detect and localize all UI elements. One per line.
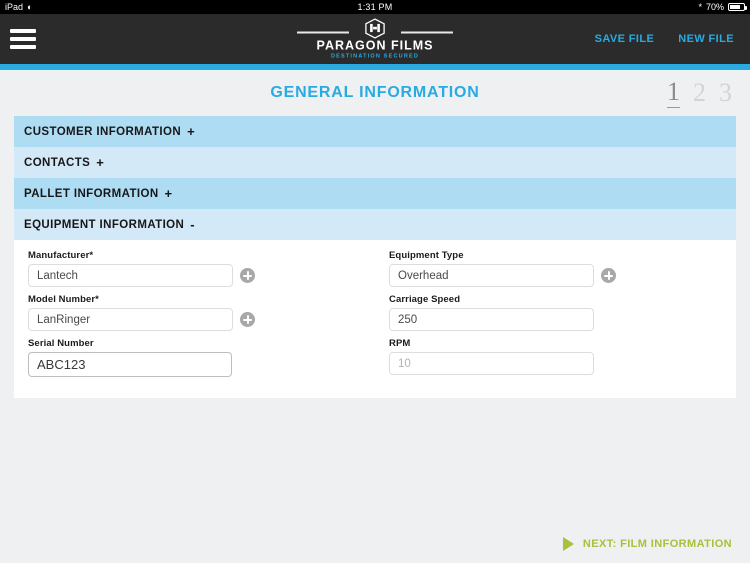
- form-column-left: Manufacturer* Model Number*: [28, 250, 375, 384]
- brand-logo: PARAGON FILMS DESTINATION SECURED: [275, 18, 475, 60]
- rpm-input[interactable]: [389, 352, 594, 375]
- serial-number-label: Serial Number: [28, 338, 94, 349]
- add-equipment-type-plus-circle-icon[interactable]: [601, 268, 616, 283]
- expand-plus-icon: +: [96, 155, 105, 170]
- section-title-label: CONTACTS: [24, 156, 91, 169]
- step-indicator: 1 2 3: [667, 78, 732, 108]
- field-rpm: RPM: [389, 338, 722, 375]
- section-title-label: EQUIPMENT INFORMATION: [24, 218, 185, 231]
- field-model-number: Model Number*: [28, 294, 375, 331]
- form-column-right: Equipment Type Carriage Speed RPM: [375, 250, 722, 384]
- battery-icon: [728, 3, 747, 11]
- section-header-equipment-information[interactable]: EQUIPMENT INFORMATION -: [14, 209, 736, 240]
- model-number-input[interactable]: [28, 308, 233, 331]
- manufacturer-label: Manufacturer*: [28, 250, 94, 261]
- step-2[interactable]: 2: [693, 79, 706, 108]
- equipment-type-input[interactable]: [389, 264, 594, 287]
- accordion-panel: CUSTOMER INFORMATION + CONTACTS + PALLET…: [14, 116, 736, 398]
- page-title: GENERAL INFORMATION: [270, 84, 480, 101]
- header-actions: SAVE FILE NEW FILE: [595, 33, 734, 45]
- page-title-row: GENERAL INFORMATION 1 2 3: [0, 70, 750, 116]
- step-1[interactable]: 1: [667, 78, 680, 108]
- expand-plus-icon: +: [164, 186, 173, 201]
- add-model-number-plus-circle-icon[interactable]: [240, 312, 255, 327]
- add-manufacturer-plus-circle-icon[interactable]: [240, 268, 255, 283]
- equipment-type-label: Equipment Type: [389, 250, 464, 261]
- brand-name-label: PARAGON FILMS: [316, 38, 434, 53]
- expand-plus-icon: +: [187, 124, 196, 139]
- app-header: PARAGON FILMS DESTINATION SECURED SAVE F…: [0, 14, 750, 64]
- field-carriage-speed: Carriage Speed: [389, 294, 722, 331]
- manufacturer-input[interactable]: [28, 264, 233, 287]
- status-bar-right: * 70%: [698, 1, 747, 12]
- carriage-speed-label: Carriage Speed: [389, 294, 461, 305]
- collapse-minus-icon: -: [190, 217, 195, 232]
- next-step-label: NEXT: FILM INFORMATION: [582, 538, 732, 550]
- app-root: iPad ◐ 1:31 PM * 70% PARAGON FILMS DESTI…: [0, 0, 750, 563]
- new-file-button[interactable]: NEW FILE: [678, 33, 734, 45]
- battery-percent-label: 70%: [705, 2, 724, 12]
- serial-number-input[interactable]: [28, 352, 232, 377]
- shield-hex-glyph: [365, 18, 385, 39]
- next-step-link[interactable]: NEXT: FILM INFORMATION: [562, 537, 732, 551]
- rpm-label: RPM: [389, 338, 411, 349]
- section-title-label: PALLET INFORMATION: [24, 187, 159, 200]
- section-header-customer-information[interactable]: CUSTOMER INFORMATION +: [14, 116, 736, 147]
- field-manufacturer: Manufacturer*: [28, 250, 375, 287]
- section-header-pallet-information[interactable]: PALLET INFORMATION +: [14, 178, 736, 209]
- bluetooth-icon: *: [698, 1, 702, 12]
- step-3[interactable]: 3: [719, 79, 732, 108]
- play-triangle-icon: [562, 537, 574, 551]
- section-header-contacts[interactable]: CONTACTS +: [14, 147, 736, 178]
- equipment-information-form: Manufacturer* Model Number*: [14, 240, 736, 398]
- field-equipment-type: Equipment Type: [389, 250, 722, 287]
- field-serial-number: Serial Number: [28, 338, 375, 377]
- status-bar-clock: 1:31 PM: [357, 2, 393, 12]
- save-file-button[interactable]: SAVE FILE: [595, 33, 655, 45]
- brand-tagline-label: DESTINATION SECURED: [330, 53, 420, 60]
- section-title-label: CUSTOMER INFORMATION: [24, 125, 182, 138]
- model-number-label: Model Number*: [28, 294, 99, 305]
- ios-status-bar: iPad ◐ 1:31 PM * 70%: [0, 0, 750, 14]
- paragon-shield-icon: [275, 18, 475, 39]
- carriage-speed-input[interactable]: [389, 308, 594, 331]
- hamburger-menu-icon[interactable]: [10, 29, 36, 49]
